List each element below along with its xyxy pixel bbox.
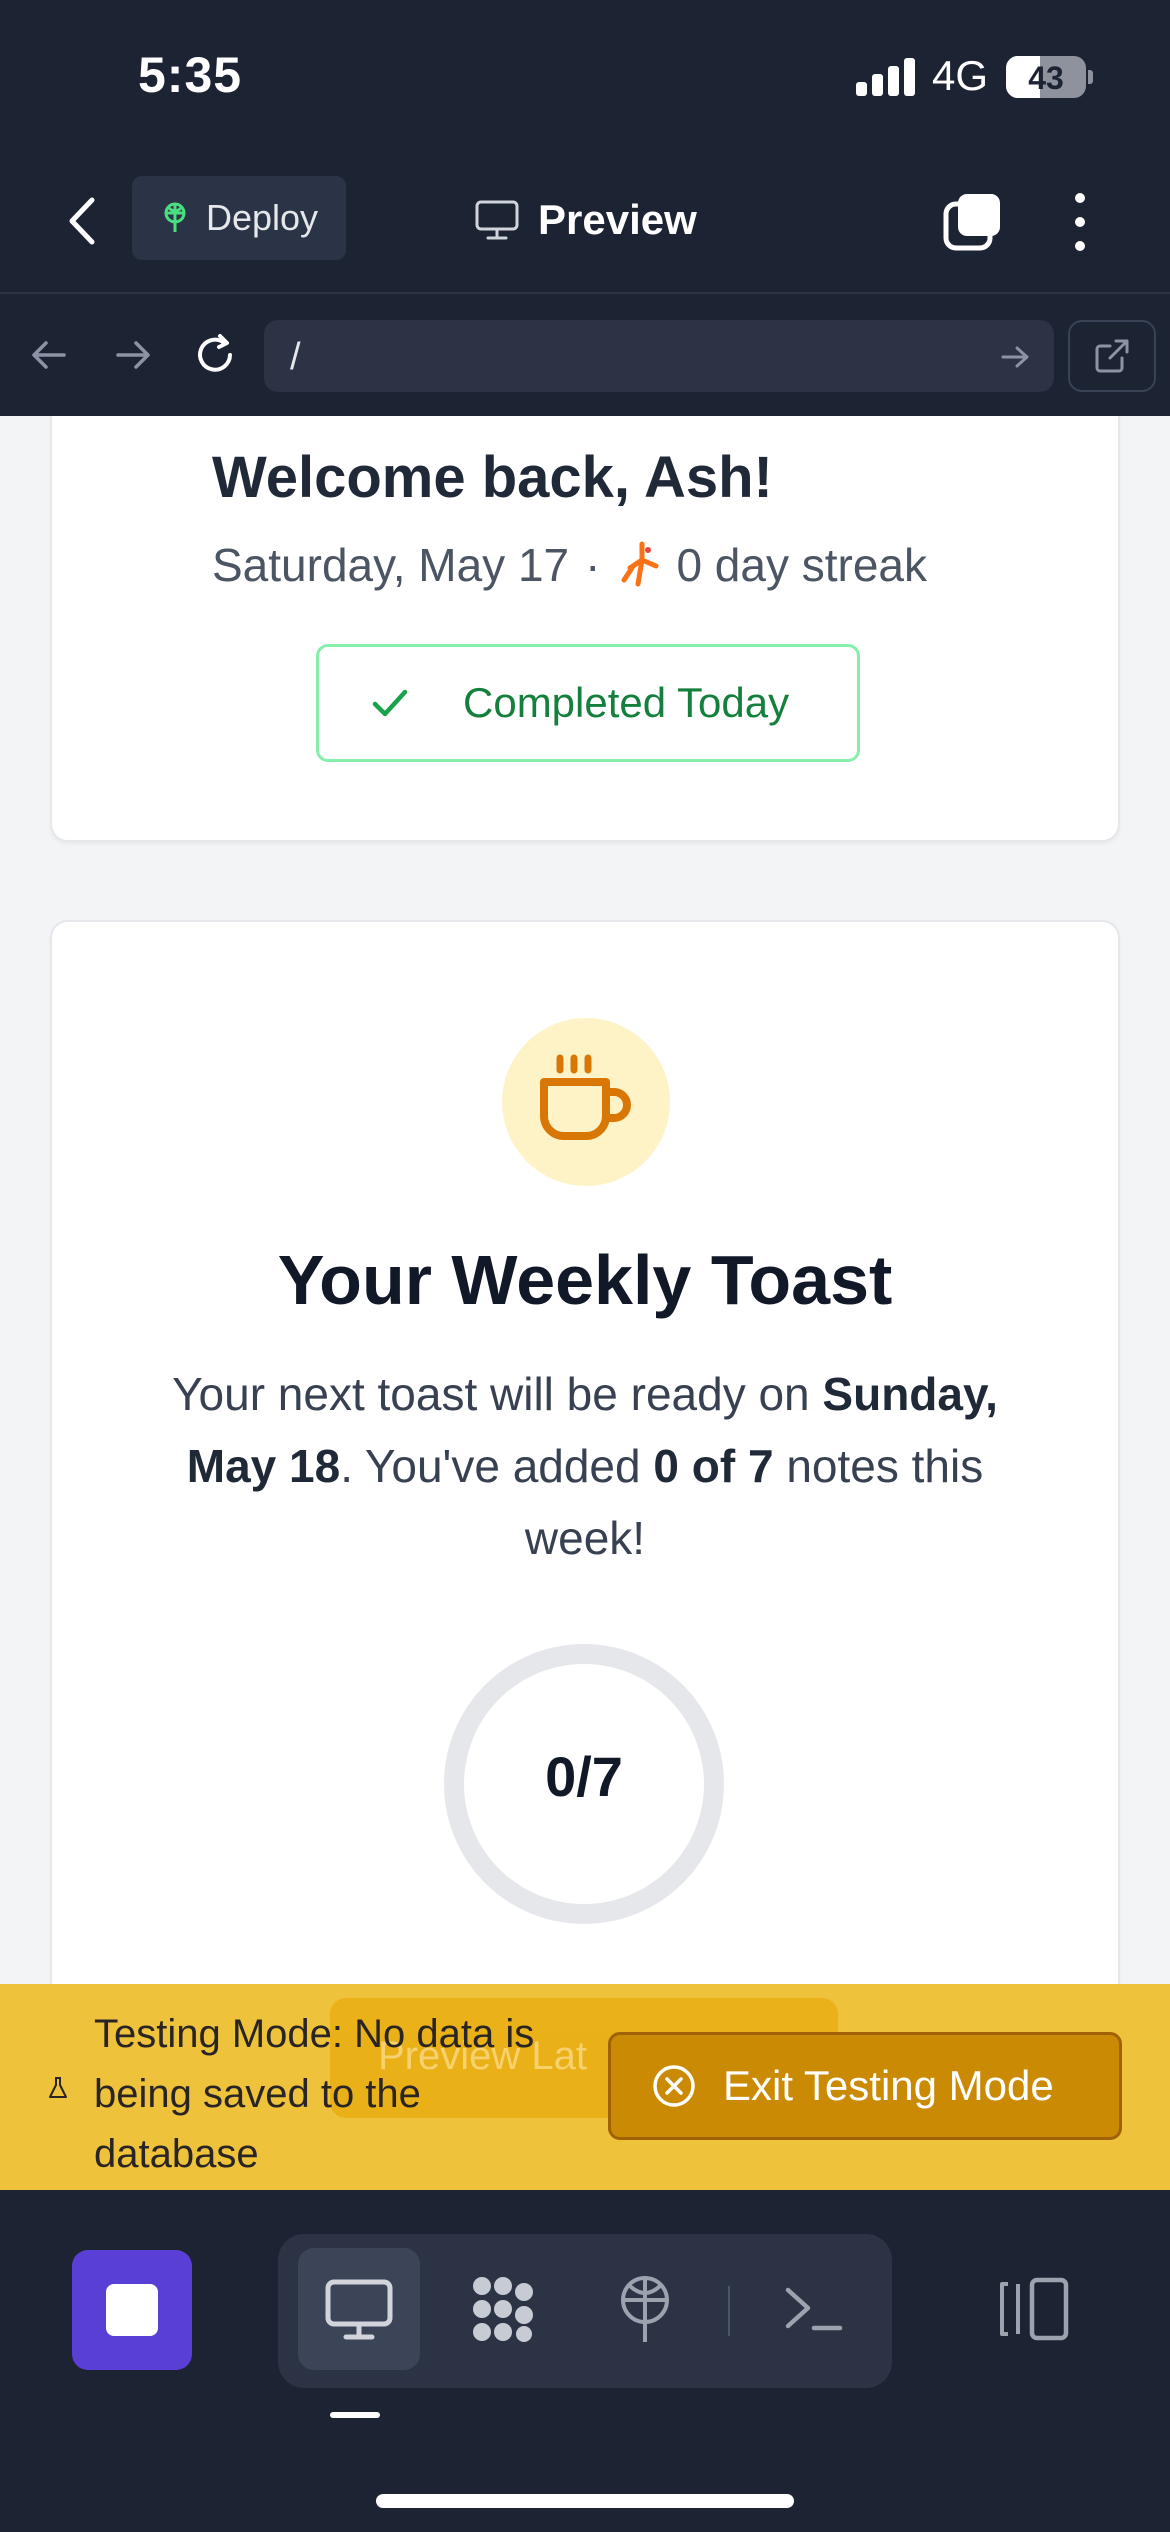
- streak-icon: [621, 541, 659, 587]
- open-external-button[interactable]: [1068, 320, 1156, 392]
- date-streak-line: Saturday, May 17 · 0 day streak: [212, 538, 927, 592]
- tool-terminal-button[interactable]: [752, 2248, 874, 2370]
- current-date: Saturday, May 17: [212, 539, 570, 591]
- tool-preview-button[interactable]: [298, 2248, 420, 2370]
- status-time: 5:35: [138, 47, 243, 103]
- separator: ·: [585, 539, 601, 591]
- url-bar: /: [0, 296, 1170, 416]
- coffee-icon: [540, 1054, 631, 1140]
- testing-mode-banner: Preview Lat Testing Mode: No data is bei…: [0, 1984, 1170, 2190]
- notes-count: 0 of 7: [653, 1440, 774, 1492]
- check-icon: [372, 689, 408, 717]
- back-icon: [69, 197, 95, 245]
- welcome-heading: Welcome back, Ash!: [212, 445, 773, 510]
- preview-title: Preview: [474, 190, 697, 250]
- go-icon[interactable]: [998, 340, 1032, 374]
- stop-icon: [106, 2284, 158, 2336]
- more-icon: [1075, 193, 1085, 251]
- battery-level: 43: [1028, 60, 1064, 96]
- coffee-icon-badge: [502, 1018, 670, 1186]
- split-view-button[interactable]: [994, 2274, 1074, 2344]
- back-button[interactable]: [60, 186, 110, 256]
- url-text: /: [290, 336, 301, 378]
- exit-testing-mode-label: Exit Testing Mode: [723, 2062, 1054, 2109]
- toast-title: Your Weekly Toast: [277, 1241, 893, 1319]
- deploy-button[interactable]: Deploy: [132, 176, 346, 260]
- reload-icon: [198, 334, 232, 372]
- nav-forward-button[interactable]: [110, 332, 156, 378]
- bottom-toolbar: [0, 2190, 1170, 2532]
- streak-label: 0 day streak: [676, 539, 928, 591]
- toast-description: Your next toast will be ready on Sunday,…: [132, 1358, 1038, 1574]
- split-view-icon: [1000, 2277, 1069, 2341]
- nav-back-button[interactable]: [26, 332, 72, 378]
- home-indicator: [376, 2494, 794, 2508]
- app-header: Deploy Preview: [0, 150, 1170, 294]
- status-bar: 5:35 4G 43: [0, 0, 1170, 150]
- tool-deploy-button[interactable]: [584, 2248, 706, 2370]
- deploy-label: Deploy: [206, 197, 319, 238]
- tabs-icon: [943, 194, 1000, 251]
- flask-icon: [49, 2077, 67, 2098]
- completed-label: Completed Today: [463, 679, 790, 726]
- deploy-icon: [621, 2276, 669, 2342]
- testing-mode-message: Testing Mode: No data is being saved to …: [94, 2012, 535, 2176]
- tool-workspace-button[interactable]: [442, 2248, 564, 2370]
- monitor-icon: [475, 200, 519, 240]
- preview-content: Welcome back, Ash! Saturday, May 17 · 0 …: [0, 416, 1170, 2186]
- terminal-icon: [785, 2287, 843, 2331]
- welcome-card: Welcome back, Ash! Saturday, May 17 · 0 …: [50, 416, 1120, 842]
- tool-divider: [728, 2286, 730, 2336]
- arrow-left-icon: [32, 341, 66, 369]
- tool-group: [278, 2234, 892, 2388]
- progress-label: 0/7: [545, 1745, 623, 1808]
- workspace-icon: [473, 2277, 533, 2342]
- monitor-icon: [325, 2279, 393, 2340]
- toast-text-part-2: . You've added: [340, 1440, 654, 1492]
- url-input[interactable]: /: [264, 320, 1054, 392]
- close-circle-icon: [653, 2065, 695, 2107]
- network-label: 4G: [932, 52, 989, 99]
- battery-cap: [1088, 70, 1093, 84]
- preview-label: Preview: [538, 196, 697, 243]
- completed-today-button[interactable]: Completed Today: [316, 644, 860, 762]
- exit-testing-mode-button[interactable]: Exit Testing Mode: [608, 2032, 1122, 2140]
- active-tab-indicator: [330, 2412, 380, 2418]
- tabs-button[interactable]: [942, 190, 1004, 252]
- progress-ring: 0/7: [442, 1642, 726, 1926]
- more-button[interactable]: [1062, 186, 1098, 258]
- external-link-icon: [1095, 339, 1129, 373]
- signal-icon: [856, 58, 916, 96]
- reload-button[interactable]: [192, 332, 238, 378]
- battery-icon: 43: [1006, 56, 1086, 98]
- deploy-icon: [164, 202, 186, 232]
- toast-text-part-1: Your next toast will be ready on: [172, 1368, 823, 1420]
- arrow-right-icon: [116, 341, 150, 369]
- stop-button[interactable]: [72, 2250, 192, 2370]
